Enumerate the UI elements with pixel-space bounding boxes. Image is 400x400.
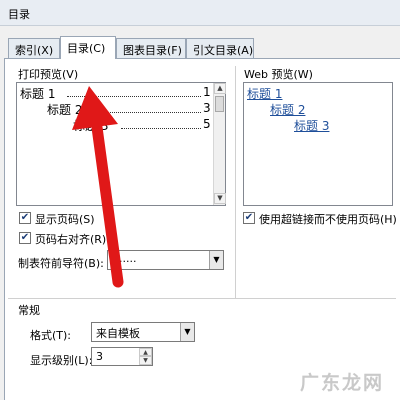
format-select[interactable]: 来自模板 ▼ xyxy=(91,322,195,342)
scroll-thumb[interactable] xyxy=(215,96,224,112)
toc-leader-1 xyxy=(67,96,201,97)
print-preview-label: 打印预览(V) xyxy=(18,68,79,81)
tab-index[interactable]: 索引(X) xyxy=(8,38,60,58)
general-heading: 常规 xyxy=(18,304,40,317)
toc-page-1: 1 xyxy=(203,85,211,99)
format-label: 格式(T): xyxy=(30,329,72,342)
toc-entry-2: 标题 2 xyxy=(47,103,83,117)
levels-value: 3 xyxy=(96,350,103,363)
tab-toc-label: 目录(C) xyxy=(67,42,106,55)
tab-toc[interactable]: 目录(C) xyxy=(60,36,116,59)
print-preview-box: 标题 1 1 标题 2 3 标题 3 5 ▲ ▼ xyxy=(16,82,226,206)
tab-citations-label: 引文目录(A) xyxy=(193,44,254,57)
spin-down-icon[interactable]: ▼ xyxy=(139,356,152,365)
web-preview-label: Web 预览(W) xyxy=(244,68,313,81)
show-page-numbers-label: 显示页码(S) xyxy=(35,213,95,226)
tab-figures[interactable]: 图表目录(F) xyxy=(116,38,186,58)
tab-figures-label: 图表目录(F) xyxy=(123,44,182,57)
toc-page-3: 5 xyxy=(203,117,211,131)
tab-leader-select[interactable]: ....... ▼ xyxy=(107,250,224,270)
section-divider xyxy=(235,66,236,298)
right-align-label: 页码右对齐(R) xyxy=(35,233,107,246)
hyperlinks-checkbox[interactable]: ✔ xyxy=(243,212,255,224)
toc-leader-2 xyxy=(95,112,201,113)
preview-scrollbar[interactable]: ▲ ▼ xyxy=(213,83,226,205)
show-page-numbers-checkbox[interactable]: ✔ xyxy=(19,212,31,224)
tab-index-label: 索引(X) xyxy=(15,44,54,57)
hyperlinks-label: 使用超链接而不使用页码(H) xyxy=(259,213,397,226)
title-bar: 目录 xyxy=(0,0,400,26)
scroll-down-icon[interactable]: ▼ xyxy=(214,193,226,204)
toc-page-2: 3 xyxy=(203,101,211,115)
scroll-up-icon[interactable]: ▲ xyxy=(214,83,226,94)
right-align-checkbox[interactable]: ✔ xyxy=(19,232,31,244)
chevron-down-icon[interactable]: ▼ xyxy=(180,323,194,341)
web-link-3[interactable]: 标题 3 xyxy=(294,117,329,134)
tab-leader-value: ....... xyxy=(112,252,137,265)
levels-spinner[interactable]: 3 ▲ ▼ xyxy=(91,347,153,366)
web-link-2[interactable]: 标题 2 xyxy=(270,101,305,118)
watermark-text: 广东龙网 xyxy=(300,372,385,394)
toc-entry-3: 标题 3 xyxy=(73,119,109,133)
tab-citations[interactable]: 引文目录(A) xyxy=(186,38,254,58)
format-value: 来自模板 xyxy=(96,327,140,340)
spin-up-icon[interactable]: ▲ xyxy=(139,348,152,356)
chevron-down-icon[interactable]: ▼ xyxy=(209,251,223,269)
toc-entry-1: 标题 1 xyxy=(20,87,56,101)
toc-leader-3 xyxy=(121,128,201,129)
tab-leader-label: 制表符前导符(B): xyxy=(18,257,104,270)
general-divider xyxy=(8,298,396,299)
window-title: 目录 xyxy=(8,8,30,21)
web-link-1[interactable]: 标题 1 xyxy=(247,85,282,102)
levels-label: 显示级别(L): xyxy=(30,354,93,367)
web-preview-box: 标题 1 标题 2 标题 3 xyxy=(243,82,393,206)
